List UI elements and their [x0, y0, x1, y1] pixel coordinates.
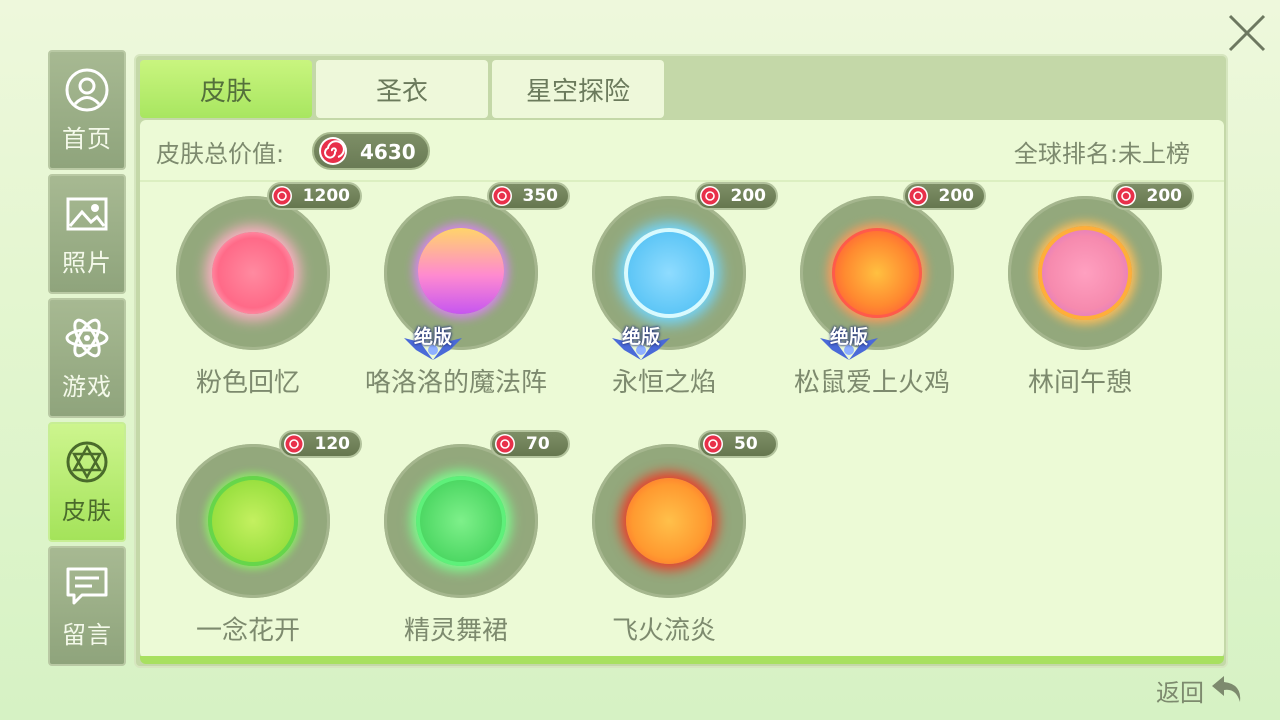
tab-label: 圣衣 — [375, 76, 428, 107]
candy-icon — [699, 186, 720, 206]
candy-icon — [283, 434, 304, 454]
total-value-badge: 4630 — [312, 132, 430, 170]
price-badge: 70 — [490, 430, 570, 458]
skin-orb — [212, 232, 294, 314]
price-value: 1200 — [302, 186, 350, 206]
sidebar-item-label: 留言 — [62, 620, 112, 649]
price-badge: 50 — [698, 430, 778, 458]
sidebar-item-games[interactable]: 游戏 — [48, 298, 126, 418]
skin-orb-frame[interactable] — [1008, 196, 1162, 350]
sidebar-item-skins[interactable]: 皮肤 — [48, 422, 126, 542]
limited-badge: 绝版 — [402, 322, 464, 362]
back-label: 返回 — [1156, 678, 1204, 707]
atom-icon — [65, 318, 109, 357]
skin-item[interactable]: 350 绝版 咯洛洛的魔法阵 — [356, 182, 570, 402]
price-value: 70 — [526, 434, 550, 454]
sidebar-item-label: 皮肤 — [62, 496, 112, 525]
limited-label: 绝版 — [829, 326, 868, 348]
skin-name: 林间午憩 — [1027, 368, 1132, 398]
limited-label: 绝版 — [413, 326, 452, 348]
skin-name: 精灵舞裙 — [403, 616, 508, 646]
skin-item[interactable]: 70 精灵舞裙 — [356, 430, 570, 650]
limited-badge: 绝版 — [610, 322, 672, 362]
skin-item[interactable]: 50 飞火流炎 — [564, 430, 778, 650]
candy-icon — [907, 186, 928, 206]
candy-icon — [495, 434, 515, 454]
candy-icon — [1115, 186, 1136, 206]
skin-item[interactable]: 200 绝版 松鼠爱上火鸡 — [772, 182, 986, 402]
skin-orb-frame[interactable] — [592, 444, 746, 598]
skin-item[interactable]: 1200 粉色回忆 — [148, 182, 362, 402]
sidebar-item-label: 游戏 — [62, 372, 112, 401]
skin-list: 皮肤总价值: 4630 全球排名:未上榜 1200 粉色回忆 350 绝版 咯洛… — [140, 120, 1224, 658]
bottom-bar — [140, 656, 1224, 664]
user-icon — [65, 68, 109, 111]
skin-orb — [418, 228, 504, 314]
price-value: 50 — [734, 434, 758, 454]
skin-item[interactable]: 200 林间午憩 — [980, 182, 1194, 402]
summary-row: 皮肤总价值: 4630 全球排名:未上榜 — [140, 120, 1224, 182]
price-badge: 120 — [278, 430, 362, 458]
tab-skins[interactable]: 皮肤 — [140, 60, 312, 118]
skin-item[interactable]: 200 绝版 永恒之焰 — [564, 182, 778, 402]
skin-orb-frame[interactable] — [176, 196, 330, 350]
skin-name: 粉色回忆 — [195, 368, 300, 398]
skin-orb-frame[interactable] — [176, 444, 330, 598]
candy-icon — [319, 137, 347, 165]
skin-orb — [832, 228, 922, 318]
price-badge: 1200 — [266, 182, 362, 210]
skin-orb — [416, 476, 506, 566]
candy-icon — [271, 186, 292, 206]
price-value: 120 — [314, 434, 351, 454]
skin-orb — [626, 478, 712, 564]
skin-orb — [208, 476, 298, 566]
price-value: 200 — [730, 186, 767, 206]
message-icon — [66, 567, 108, 604]
skin-name: 一念花开 — [195, 616, 300, 646]
candy-icon — [491, 186, 512, 206]
close-icon[interactable] — [1226, 12, 1268, 54]
price-badge: 350 — [486, 182, 570, 210]
candy-icon — [703, 434, 723, 454]
skin-icon — [66, 441, 108, 482]
skin-name: 咯洛洛的魔法阵 — [364, 368, 547, 398]
price-value: 200 — [938, 186, 975, 206]
skin-name: 松鼠爱上火鸡 — [793, 368, 950, 398]
tab-armor[interactable]: 圣衣 — [316, 60, 488, 118]
sidebar-item-photos[interactable]: 照片 — [48, 174, 126, 294]
tab-label: 皮肤 — [199, 76, 252, 107]
total-value: 4630 — [360, 140, 416, 164]
tab-star-adventure[interactable]: 星空探险 — [492, 60, 664, 118]
skin-orb-frame[interactable] — [384, 444, 538, 598]
price-value: 200 — [1146, 186, 1183, 206]
total-value-label: 皮肤总价值: — [156, 140, 285, 168]
sidebar-item-label: 照片 — [62, 248, 112, 277]
skin-orb — [624, 228, 714, 318]
skin-orb — [1038, 226, 1132, 320]
return-arrow-icon — [1212, 676, 1241, 702]
tab-label: 星空探险 — [525, 76, 630, 107]
sidebar-item-messages[interactable]: 留言 — [48, 546, 126, 666]
price-badge: 200 — [902, 182, 986, 210]
back-button[interactable]: 返回 — [1156, 672, 1252, 708]
main-panel: 皮肤 圣衣 星空探险 皮肤总价值: 4630 全球排名:未上榜 1200 粉色回… — [134, 54, 1228, 668]
photo-icon — [66, 197, 108, 230]
price-badge: 200 — [694, 182, 778, 210]
sidebar-item-home[interactable]: 首页 — [48, 50, 126, 170]
global-rank: 全球排名:未上榜 — [1013, 140, 1190, 168]
limited-label: 绝版 — [621, 326, 660, 348]
sidebar-item-label: 首页 — [62, 124, 112, 153]
skin-name: 飞火流炎 — [611, 616, 716, 646]
limited-badge: 绝版 — [818, 322, 880, 362]
price-value: 350 — [522, 186, 559, 206]
skin-name: 永恒之焰 — [611, 368, 716, 398]
price-badge: 200 — [1110, 182, 1194, 210]
skin-item[interactable]: 120 一念花开 — [148, 430, 362, 650]
